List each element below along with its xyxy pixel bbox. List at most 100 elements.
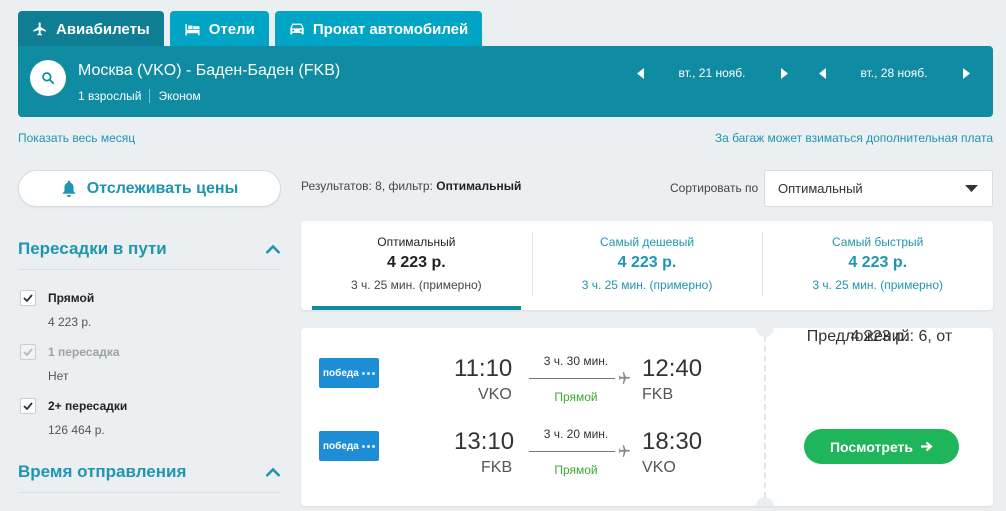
departure-airport: FKB [481, 459, 513, 476]
sort-tab-title: Оптимальный [377, 235, 456, 249]
bed-icon [185, 24, 200, 36]
results-count: Результатов: 8, фильтр: [301, 179, 433, 193]
sort-tab-title: Самый дешевый [599, 235, 695, 249]
sort-tab-fastest[interactable]: Самый быстрый 4 223 р. 3 ч. 25 мин. (при… [762, 221, 993, 310]
check-icon [23, 294, 33, 302]
chevron-up-icon[interactable] [265, 244, 281, 254]
sort-label: Сортировать по [670, 181, 759, 195]
product-tabs: Авиабилеты Отели Прокат автомобилей [18, 11, 483, 47]
stops-filter-title: Пересадки в пути [18, 239, 167, 258]
return-prev-arrow-icon[interactable] [814, 64, 830, 82]
airline-name: победа [323, 367, 359, 379]
tab-hotels[interactable]: Отели [169, 11, 269, 47]
view-button-label: Посмотреть [829, 438, 914, 455]
departure-airport: VKO [478, 386, 512, 403]
show-month-link[interactable]: Показать весь месяц [18, 131, 135, 145]
ticket-divider [764, 336, 766, 498]
sort-tab-price: 4 223 р. [386, 254, 446, 271]
search-meta: 1 взрослый Эконом [78, 89, 201, 103]
sort-select-value: Оптимальный [778, 181, 863, 196]
results-summary: Результатов: 8, фильтр: Оптимальный [301, 179, 521, 193]
stops-option-price: 4 223 р. [48, 315, 92, 329]
tab-flights-label: Авиабилеты [56, 20, 150, 38]
return-date[interactable]: вт., 28 нояб. [830, 66, 958, 80]
departure-time-filter-title: Время отправления [18, 462, 187, 481]
ticket-notch [756, 497, 774, 506]
bell-icon [62, 180, 75, 197]
search-button[interactable] [30, 60, 66, 96]
depart-next-arrow-icon[interactable] [776, 64, 792, 82]
sort-tab-duration: 3 ч. 25 мин. (примерно) [812, 278, 943, 292]
stops-two-plus-checkbox[interactable] [20, 398, 36, 414]
ticket-price: 4 223 р. [850, 328, 909, 345]
cabin-class[interactable]: Эконом [158, 89, 200, 103]
view-button[interactable]: Посмотреть [804, 429, 959, 464]
airline-logo: победа [319, 431, 379, 461]
return-date-picker: вт., 28 нояб. [814, 64, 974, 82]
sort-tab-duration: 3 ч. 25 мин. (примерно) [581, 278, 713, 292]
arrival-airport: VKO [642, 459, 676, 476]
sort-tabs: Оптимальный 4 223 р. 3 ч. 25 мин. (приме… [301, 221, 993, 310]
sort-tab-optimal[interactable]: Оптимальный 4 223 р. 3 ч. 25 мин. (приме… [301, 221, 532, 310]
return-segment: победа 13:10 FKB 3 ч. 20 мин. Прямой 18:… [301, 427, 761, 479]
depart-prev-arrow-icon[interactable] [632, 64, 648, 82]
sort-tab-title: Самый быстрый [831, 235, 924, 249]
stops-option-price: Нет [48, 369, 69, 383]
baggage-fee-link[interactable]: За багаж может взиматься дополнительная … [715, 131, 993, 145]
route-line [529, 378, 615, 379]
passengers[interactable]: 1 взрослый [78, 89, 141, 103]
flight-duration: 3 ч. 20 мин. [543, 427, 609, 441]
tab-car-rental-label: Прокат автомобилей [312, 20, 469, 38]
track-prices-label: Отслеживать цены [86, 179, 239, 197]
airline-logo-dots [361, 371, 375, 375]
plane-icon [33, 22, 46, 36]
depart-date[interactable]: вт., 21 нояб. [648, 66, 776, 80]
search-summary-bar: Москва (VKO) - Баден-Баден (FKB) 1 взрос… [18, 46, 993, 117]
return-next-arrow-icon[interactable] [958, 64, 974, 82]
car-icon [290, 23, 304, 35]
meta-divider [149, 89, 151, 103]
chevron-up-icon[interactable] [265, 467, 281, 477]
route-line [529, 451, 615, 452]
arrow-right-icon [921, 441, 933, 452]
stops-option-label[interactable]: 2+ пересадки [48, 399, 127, 413]
arrival-airport: FKB [642, 386, 674, 403]
departure-time: 11:10 [454, 355, 513, 382]
check-icon [23, 402, 33, 410]
arrival-time: 18:30 [642, 428, 703, 455]
search-icon [42, 72, 55, 85]
flight-result-card[interactable]: победа 11:10 VKO 3 ч. 30 мин. Прямой 12:… [301, 328, 993, 506]
stops-label: Прямой [554, 463, 598, 477]
sort-tab-price: 4 223 р. [848, 254, 908, 271]
caret-down-icon [965, 185, 978, 192]
flight-duration: 3 ч. 30 мин. [543, 354, 609, 368]
stops-filter-header[interactable]: Пересадки в пути [18, 239, 281, 270]
stops-option-direct: Прямой 4 223 р. [20, 290, 94, 329]
plane-icon [618, 372, 630, 384]
stops-option-one: 1 пересадка Нет [20, 344, 120, 383]
stops-label: Прямой [554, 390, 598, 404]
stops-option-label[interactable]: Прямой [48, 291, 94, 305]
stops-direct-checkbox[interactable] [20, 290, 36, 306]
tab-flights[interactable]: Авиабилеты [18, 11, 164, 47]
airline-logo: победа [319, 358, 379, 388]
stops-one-checkbox [20, 344, 36, 360]
tab-car-rental[interactable]: Прокат автомобилей [274, 11, 483, 47]
check-icon [23, 348, 33, 356]
departure-time-filter-header[interactable]: Время отправления [18, 462, 281, 493]
departure-time: 13:10 [454, 428, 515, 455]
plane-icon [618, 445, 630, 457]
arrival-time: 12:40 [642, 355, 703, 382]
stops-option-price: 126 464 р. [48, 423, 105, 437]
tab-hotels-label: Отели [208, 20, 255, 38]
results-filter: Оптимальный [436, 179, 522, 193]
route-title[interactable]: Москва (VKO) - Баден-Баден (FKB) [78, 62, 340, 80]
sort-select[interactable]: Оптимальный [764, 170, 993, 207]
sort-tab-cheapest[interactable]: Самый дешевый 4 223 р. 3 ч. 25 мин. (при… [531, 221, 763, 310]
stops-option-two-plus: 2+ пересадки 126 464 р. [20, 398, 127, 437]
track-prices-button[interactable]: Отслеживать цены [18, 170, 281, 207]
outbound-segment: победа 11:10 VKO 3 ч. 30 мин. Прямой 12:… [301, 354, 761, 406]
airline-name: победа [323, 440, 359, 452]
sort-tab-duration: 3 ч. 25 мин. (примерно) [351, 278, 482, 292]
depart-date-picker: вт., 21 нояб. [632, 64, 792, 82]
